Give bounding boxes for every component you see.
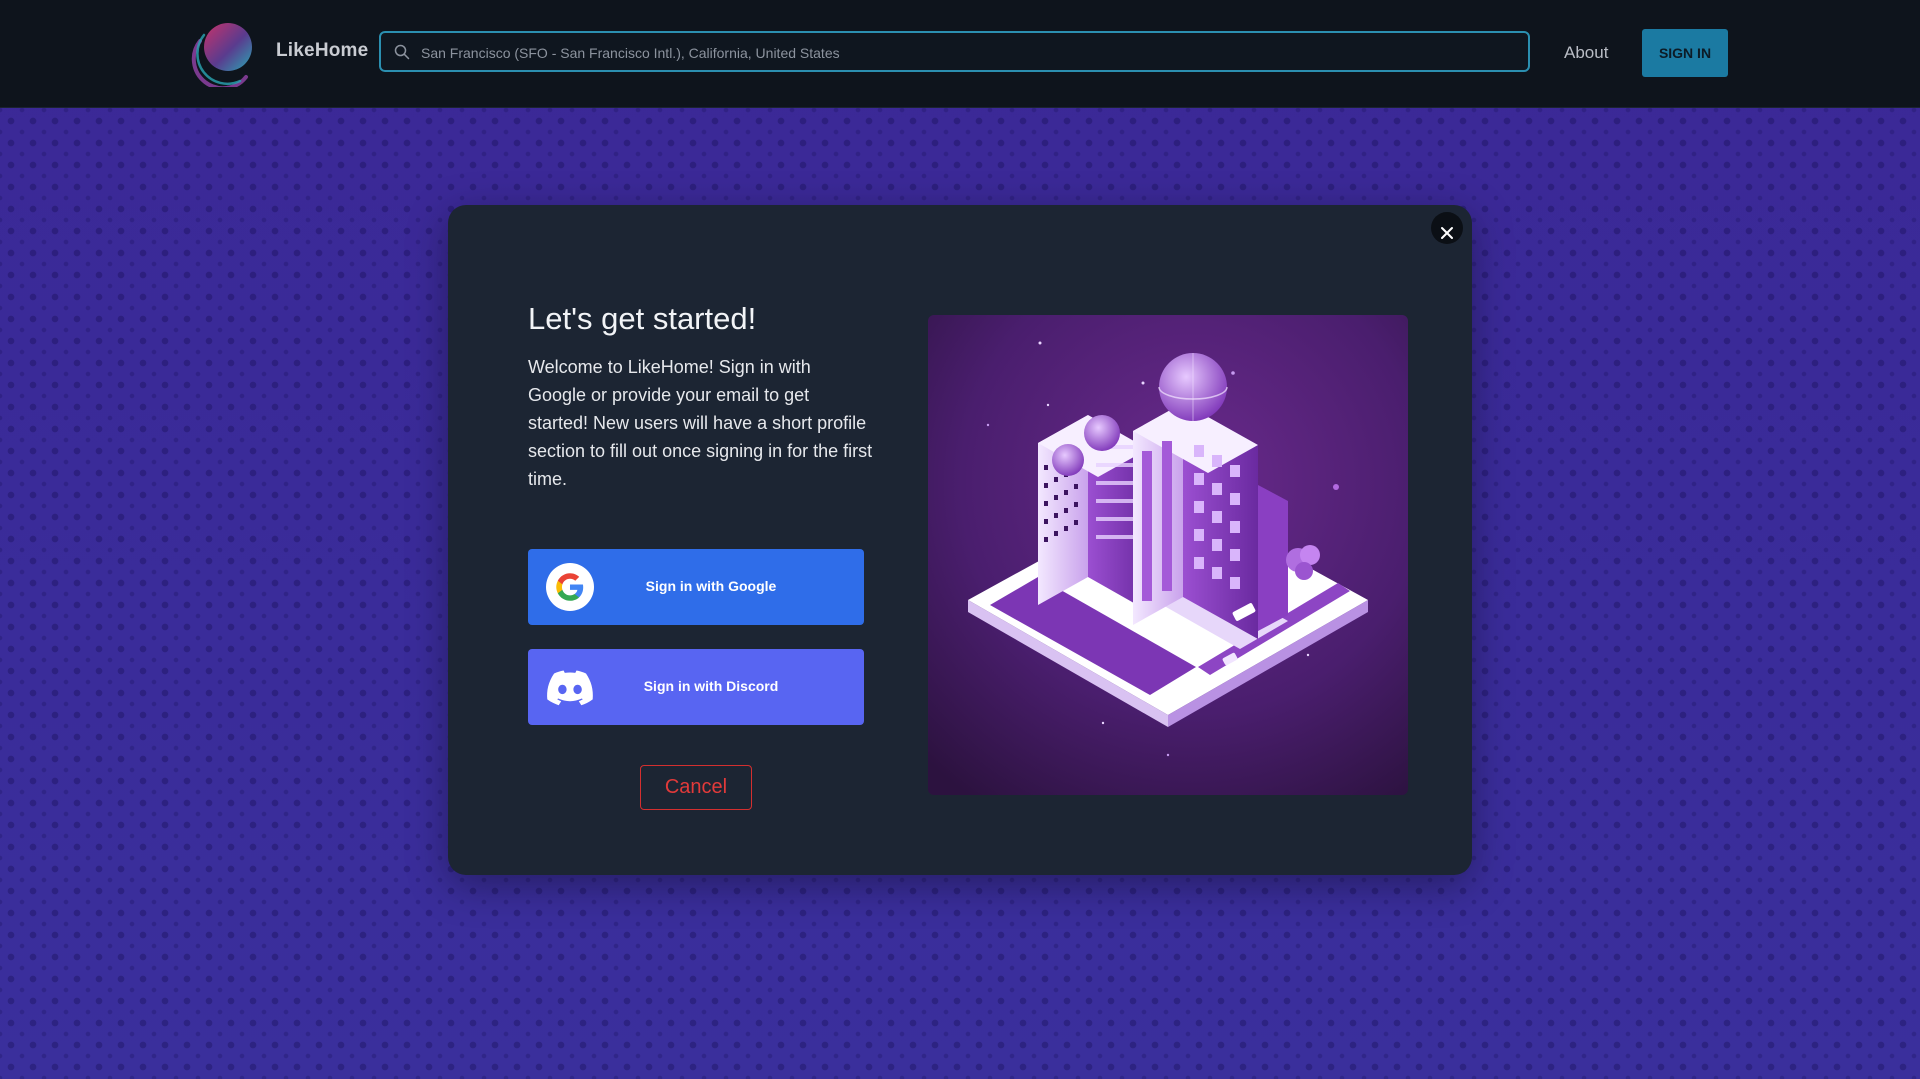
- search-bar[interactable]: [379, 31, 1530, 72]
- close-modal-button[interactable]: [1431, 212, 1463, 244]
- sign-in-button[interactable]: SIGN IN: [1642, 29, 1728, 77]
- brand-name[interactable]: LikeHome: [276, 40, 368, 62]
- search-icon: [394, 44, 410, 60]
- hotel-building-illustration: [928, 315, 1408, 795]
- discord-button-label: Sign in with Discord: [643, 678, 779, 694]
- modal-description: Welcome to LikeHome! Sign in with Google…: [528, 357, 873, 489]
- close-icon: [1441, 226, 1453, 239]
- google-button-label: Sign in with Google: [645, 578, 777, 594]
- likehome-logo-icon[interactable]: [190, 19, 258, 87]
- sign-in-modal: Let's get started! Welcome to LikeHome! …: [448, 205, 1472, 875]
- sign-in-with-google-button[interactable]: Sign in with Google: [528, 549, 864, 625]
- modal-title: Let's get started!: [528, 301, 757, 336]
- search-input[interactable]: [419, 33, 1523, 72]
- nav-about-link[interactable]: About: [1564, 43, 1608, 63]
- cancel-button[interactable]: Cancel: [640, 765, 752, 810]
- top-navbar: LikeHome About SIGN IN: [0, 0, 1920, 108]
- sign-in-with-discord-button[interactable]: Sign in with Discord: [528, 649, 864, 725]
